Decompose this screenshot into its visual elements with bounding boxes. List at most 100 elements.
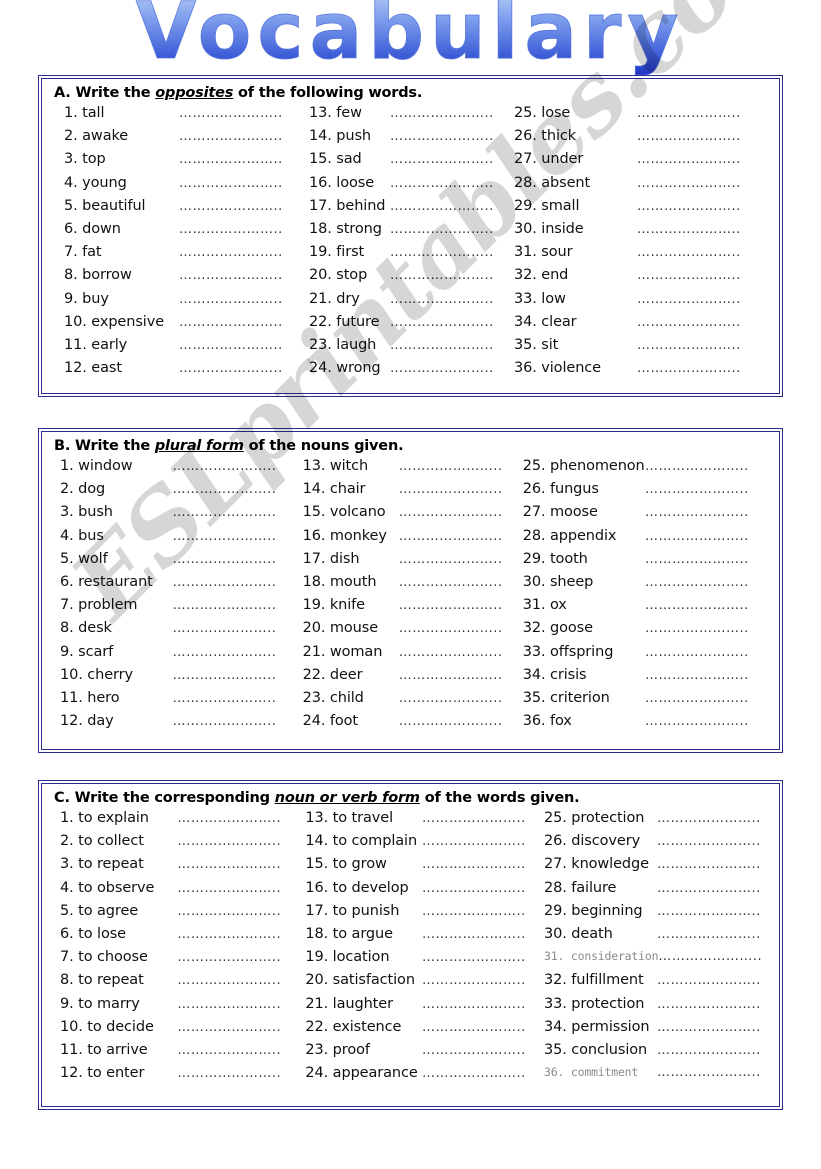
answer-blank[interactable]: …………………..	[177, 997, 289, 1012]
answer-blank[interactable]: …………………..	[173, 598, 285, 613]
answer-blank[interactable]: …………………..	[399, 552, 511, 567]
answer-blank[interactable]: …………………..	[173, 529, 285, 544]
answer-blank[interactable]: …………………..	[399, 691, 511, 706]
answer-blank[interactable]: …………………..	[422, 857, 534, 872]
answer-blank[interactable]: …………………..	[637, 152, 749, 167]
answer-blank[interactable]: …………………..	[390, 292, 502, 307]
answer-blank[interactable]: …………………..	[179, 176, 291, 191]
answer-blank[interactable]: …………………..	[422, 834, 534, 849]
answer-blank[interactable]: …………………..	[173, 459, 285, 474]
answer-blank[interactable]: …………………..	[422, 1066, 534, 1081]
answer-blank[interactable]: …………………..	[173, 691, 285, 706]
answer-blank[interactable]: …………………..	[422, 997, 534, 1012]
answer-blank[interactable]: …………………..	[390, 315, 502, 330]
answer-blank[interactable]: …………………..	[177, 811, 289, 826]
answer-blank[interactable]: …………………..	[657, 973, 769, 988]
answer-blank[interactable]: …………………..	[173, 482, 285, 497]
answer-blank[interactable]: …………………..	[645, 598, 757, 613]
answer-blank[interactable]: …………………..	[173, 505, 285, 520]
answer-blank[interactable]: …………………..	[637, 176, 749, 191]
answer-blank[interactable]: …………………..	[177, 927, 289, 942]
answer-blank[interactable]: …………………..	[658, 949, 769, 964]
answer-blank[interactable]: …………………..	[390, 129, 502, 144]
answer-blank[interactable]: …………………..	[637, 268, 749, 283]
answer-blank[interactable]: …………………..	[657, 927, 769, 942]
answer-blank[interactable]: …………………..	[657, 997, 769, 1012]
answer-blank[interactable]: …………………..	[657, 811, 769, 826]
answer-blank[interactable]: …………………..	[173, 668, 285, 683]
answer-blank[interactable]: …………………..	[645, 505, 757, 520]
answer-blank[interactable]: …………………..	[390, 222, 502, 237]
answer-blank[interactable]: …………………..	[399, 482, 511, 497]
answer-blank[interactable]: …………………..	[399, 598, 511, 613]
answer-blank[interactable]: …………………..	[422, 927, 534, 942]
answer-blank[interactable]: …………………..	[657, 834, 769, 849]
answer-blank[interactable]: …………………..	[637, 222, 749, 237]
answer-blank[interactable]: …………………..	[645, 645, 757, 660]
answer-blank[interactable]: …………………..	[173, 714, 285, 729]
answer-blank[interactable]: …………………..	[179, 361, 291, 376]
answer-blank[interactable]: …………………..	[399, 505, 511, 520]
answer-blank[interactable]: …………………..	[390, 338, 502, 353]
answer-blank[interactable]: …………………..	[179, 152, 291, 167]
answer-blank[interactable]: …………………..	[657, 881, 769, 896]
answer-blank[interactable]: …………………..	[177, 1043, 289, 1058]
answer-blank[interactable]: …………………..	[422, 904, 534, 919]
answer-blank[interactable]: …………………..	[645, 691, 757, 706]
answer-blank[interactable]: …………………..	[390, 268, 502, 283]
answer-blank[interactable]: …………………..	[179, 268, 291, 283]
answer-blank[interactable]: …………………..	[645, 459, 757, 474]
answer-blank[interactable]: …………………..	[645, 714, 757, 729]
answer-blank[interactable]: …………………..	[645, 552, 757, 567]
answer-blank[interactable]: …………………..	[637, 292, 749, 307]
answer-blank[interactable]: …………………..	[177, 904, 289, 919]
answer-blank[interactable]: …………………..	[177, 1020, 289, 1035]
answer-blank[interactable]: …………………..	[637, 338, 749, 353]
answer-blank[interactable]: …………………..	[173, 575, 285, 590]
answer-blank[interactable]: …………………..	[645, 668, 757, 683]
answer-blank[interactable]: …………………..	[637, 361, 749, 376]
answer-blank[interactable]: …………………..	[422, 1020, 534, 1035]
answer-blank[interactable]: …………………..	[645, 575, 757, 590]
answer-blank[interactable]: …………………..	[177, 973, 289, 988]
answer-blank[interactable]: …………………..	[177, 834, 289, 849]
answer-blank[interactable]: …………………..	[390, 199, 502, 214]
answer-blank[interactable]: …………………..	[645, 482, 757, 497]
answer-blank[interactable]: …………………..	[390, 245, 502, 260]
answer-blank[interactable]: …………………..	[645, 529, 757, 544]
answer-blank[interactable]: …………………..	[657, 1020, 769, 1035]
answer-blank[interactable]: …………………..	[177, 950, 289, 965]
answer-blank[interactable]: …………………..	[399, 529, 511, 544]
answer-blank[interactable]: …………………..	[399, 621, 511, 636]
answer-blank[interactable]: …………………..	[645, 621, 757, 636]
answer-blank[interactable]: …………………..	[390, 176, 502, 191]
answer-blank[interactable]: …………………..	[422, 973, 534, 988]
answer-blank[interactable]: …………………..	[637, 199, 749, 214]
answer-blank[interactable]: …………………..	[657, 857, 769, 872]
answer-blank[interactable]: …………………..	[173, 552, 285, 567]
answer-blank[interactable]: …………………..	[179, 245, 291, 260]
answer-blank[interactable]: …………………..	[637, 129, 749, 144]
answer-blank[interactable]: …………………..	[422, 950, 534, 965]
answer-blank[interactable]: …………………..	[179, 292, 291, 307]
answer-blank[interactable]: …………………..	[390, 152, 502, 167]
answer-blank[interactable]: …………………..	[179, 338, 291, 353]
answer-blank[interactable]: …………………..	[637, 245, 749, 260]
answer-blank[interactable]: …………………..	[422, 881, 534, 896]
answer-blank[interactable]: …………………..	[657, 1065, 769, 1080]
answer-blank[interactable]: …………………..	[179, 222, 291, 237]
answer-blank[interactable]: …………………..	[657, 1043, 769, 1058]
answer-blank[interactable]: …………………..	[177, 1066, 289, 1081]
answer-blank[interactable]: …………………..	[399, 459, 511, 474]
answer-blank[interactable]: …………………..	[179, 129, 291, 144]
answer-blank[interactable]: …………………..	[657, 904, 769, 919]
answer-blank[interactable]: …………………..	[179, 315, 291, 330]
answer-blank[interactable]: …………………..	[177, 857, 289, 872]
answer-blank[interactable]: …………………..	[637, 315, 749, 330]
answer-blank[interactable]: …………………..	[173, 645, 285, 660]
answer-blank[interactable]: …………………..	[399, 645, 511, 660]
answer-blank[interactable]: …………………..	[179, 106, 291, 121]
answer-blank[interactable]: …………………..	[399, 575, 511, 590]
answer-blank[interactable]: …………………..	[399, 714, 511, 729]
answer-blank[interactable]: …………………..	[390, 361, 502, 376]
